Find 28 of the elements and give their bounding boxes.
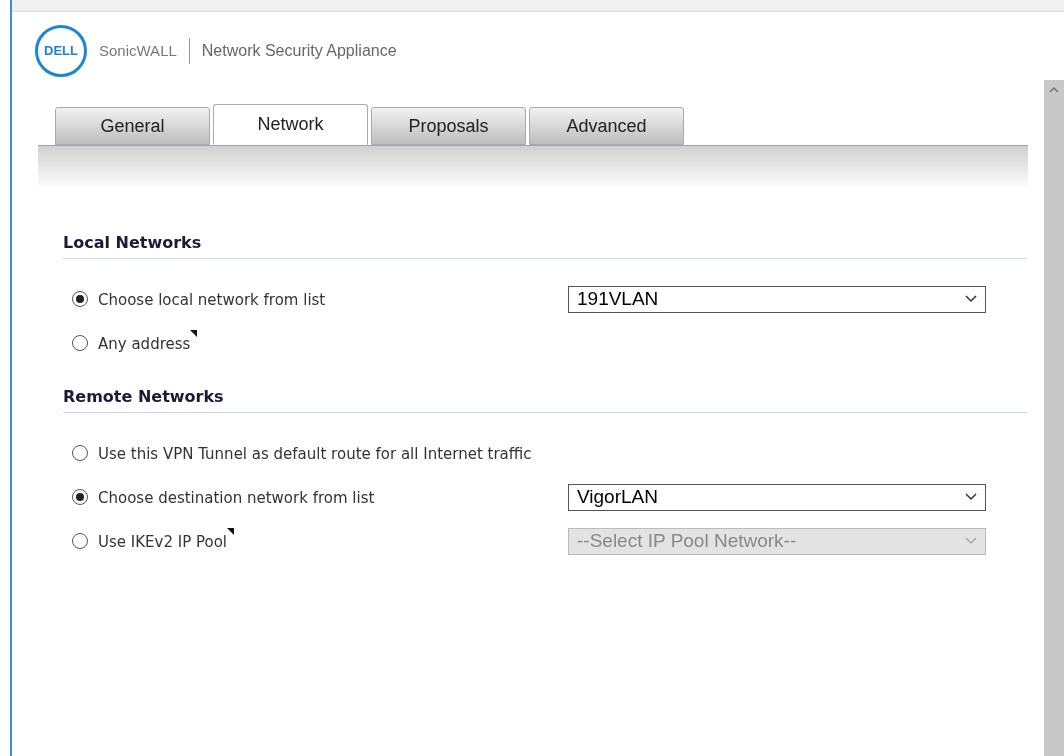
radio-button[interactable]: [72, 335, 88, 351]
dropdown-select[interactable]: VigorLAN: [568, 483, 986, 511]
tooltip-marker-icon: [190, 330, 198, 338]
scroll-up-icon[interactable]: [1049, 86, 1059, 93]
radio-button[interactable]: [72, 489, 88, 505]
section-heading: Local Networks: [63, 233, 202, 252]
tab[interactable]: Network: [213, 104, 368, 145]
option-label: Use this VPN Tunnel as default route for all Internet traffic: [98, 444, 532, 466]
radio-button[interactable]: [72, 533, 88, 549]
logo: DELL: [35, 25, 87, 77]
option-label: Choose destination network from list: [98, 488, 375, 510]
brand-name: SonicWALL: [99, 40, 177, 61]
chevron-down-icon: [965, 493, 977, 501]
dropdown-select[interactable]: 191VLAN: [568, 285, 986, 313]
radio-button[interactable]: [72, 445, 88, 461]
chevron-down-icon: [965, 537, 977, 545]
option-label: Choose local network from list: [98, 290, 326, 312]
tab[interactable]: Proposals: [371, 107, 526, 145]
product-name: Network Security Appliance: [201, 41, 397, 61]
radio-button[interactable]: [72, 291, 88, 307]
option-label: Any address: [98, 334, 191, 356]
option-label: Use IKEv2 IP Pool: [98, 532, 227, 554]
tab[interactable]: Advanced: [529, 107, 684, 145]
tooltip-marker-icon: [227, 528, 234, 536]
section-heading: Remote Networks: [63, 387, 224, 406]
chevron-down-icon: [965, 295, 977, 303]
scrollbar[interactable]: [1044, 80, 1064, 756]
tab[interactable]: General: [55, 107, 210, 145]
